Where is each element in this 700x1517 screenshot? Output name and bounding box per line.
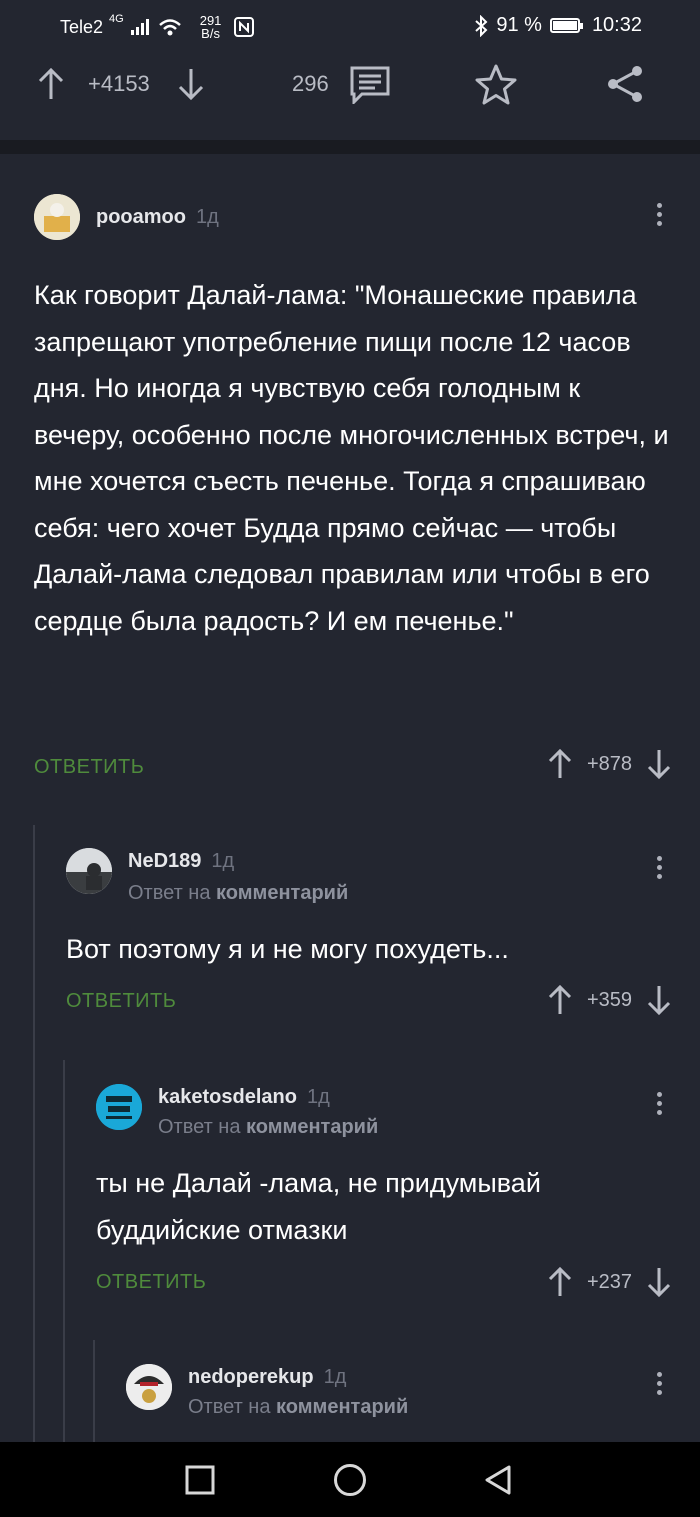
comment-text: Вот поэтому я и не могу похудеть...	[66, 934, 509, 964]
save-button[interactable]	[474, 56, 518, 112]
comment-author[interactable]: NeD189 1д	[128, 850, 234, 873]
arrow-up-icon	[38, 67, 64, 99]
clock: 10:32	[591, 14, 642, 36]
battery-icon	[549, 18, 583, 33]
comment-time: 1д	[306, 1086, 330, 1108]
reply-button[interactable]: ОТВЕТИТЬ	[96, 1271, 206, 1294]
comment-vote: +878	[547, 748, 672, 780]
comments-count: 296	[292, 71, 329, 96]
arrow-down-icon	[178, 69, 204, 101]
author-name[interactable]: NeD189	[128, 850, 201, 872]
arrow-down-icon[interactable]	[646, 984, 672, 1016]
avatar[interactable]	[34, 194, 80, 240]
comment-author[interactable]: nedoperekup 1д	[188, 1366, 346, 1389]
reply-to-label: Ответ на комментарий	[158, 1116, 378, 1139]
reply-to-label: Ответ на комментарий	[128, 882, 348, 905]
arrow-up-icon[interactable]	[547, 748, 573, 780]
square-icon	[185, 1465, 215, 1495]
carrier-label: Tele2	[60, 16, 104, 37]
bluetooth-icon	[475, 14, 488, 37]
nfc-icon	[234, 17, 255, 37]
share-button[interactable]	[604, 56, 646, 112]
avatar[interactable]	[96, 1084, 142, 1130]
comment-vote: +237	[547, 1266, 672, 1298]
comment-text: ты не Далай -лама, не придумывай буддийс…	[96, 1168, 541, 1245]
reply-to-link[interactable]: комментарий	[276, 1396, 408, 1418]
reply-to-prefix: Ответ на	[128, 882, 211, 904]
reply-to-prefix: Ответ на	[188, 1396, 271, 1418]
comments-button[interactable]	[348, 56, 392, 112]
battery-percent: 91 %	[496, 14, 542, 36]
comment-time: 1д	[196, 206, 219, 228]
comment-vote: +359	[547, 984, 672, 1016]
status-bar: Tele2 4G 291 B/s 91 % 10:32	[0, 0, 700, 56]
reply-to-link[interactable]: комментарий	[246, 1116, 378, 1138]
circle-icon	[334, 1464, 366, 1496]
avatar-image	[66, 848, 112, 894]
reply-button[interactable]: ОТВЕТИТЬ	[66, 990, 176, 1013]
comment-rating: +237	[586, 1270, 632, 1293]
author-name[interactable]: pooamoo	[96, 206, 186, 228]
downvote-story-button[interactable]	[176, 56, 206, 112]
share-icon	[608, 66, 642, 102]
net-speed-unit: B/s	[201, 26, 220, 41]
more-menu-button[interactable]	[654, 856, 664, 879]
avatar[interactable]	[66, 848, 112, 894]
comment-time: 1д	[323, 1366, 347, 1388]
comment-author[interactable]: pooamoo 1д	[96, 206, 219, 229]
avatar[interactable]	[126, 1364, 172, 1410]
comment-time: 1д	[211, 850, 235, 872]
comment-rating: +359	[586, 988, 632, 1011]
more-menu-button[interactable]	[654, 1372, 664, 1395]
comment: nedoperekup 1д Ответ на комментарий	[0, 1346, 700, 1442]
comment-icon	[350, 66, 390, 104]
story-rating: +4153	[88, 71, 150, 96]
reply-to-label: Ответ на комментарий	[188, 1396, 408, 1419]
arrow-down-icon[interactable]	[646, 1266, 672, 1298]
avatar-image	[126, 1364, 172, 1410]
triangle-back-icon	[485, 1465, 511, 1495]
reply-to-link[interactable]: комментарий	[216, 882, 348, 904]
author-name[interactable]: kaketosdelano	[158, 1086, 297, 1108]
comment-author[interactable]: kaketosdelano 1д	[158, 1086, 330, 1109]
comment: pooamoo 1д Как говорит Далай-лама: "Монаш…	[0, 154, 700, 814]
home-button[interactable]	[332, 1462, 368, 1498]
comment-rating: +878	[586, 752, 632, 775]
author-name[interactable]: nedoperekup	[188, 1366, 314, 1388]
wifi-icon	[158, 19, 181, 36]
arrow-up-icon[interactable]	[547, 1266, 573, 1298]
avatar-image	[34, 194, 80, 240]
back-button[interactable]	[480, 1462, 516, 1498]
system-navigation-bar	[0, 1442, 700, 1517]
comment: kaketosdelano 1д Ответ на комментарий ты …	[0, 1066, 700, 1336]
avatar-image	[96, 1084, 142, 1130]
story-actions-bar: +4153 296	[0, 56, 700, 141]
recents-button[interactable]	[182, 1462, 218, 1498]
more-menu-button[interactable]	[654, 1092, 664, 1115]
reply-button[interactable]: ОТВЕТИТЬ	[34, 756, 144, 779]
comment-text: Как говорит Далай-лама: "Монашеские прав…	[34, 280, 669, 636]
arrow-up-icon[interactable]	[547, 984, 573, 1016]
star-icon	[475, 64, 517, 105]
comment: NeD189 1д Ответ на комментарий Вот поэтом…	[0, 830, 700, 1050]
arrow-down-icon[interactable]	[646, 748, 672, 780]
net-speed: 291 B/s	[200, 14, 222, 40]
upvote-story-button[interactable]	[36, 56, 66, 112]
more-menu-button[interactable]	[654, 203, 664, 226]
reply-to-prefix: Ответ на	[158, 1116, 241, 1138]
section-divider	[0, 140, 700, 154]
network-type-label: 4G	[109, 13, 124, 25]
signal-icon	[130, 19, 149, 35]
